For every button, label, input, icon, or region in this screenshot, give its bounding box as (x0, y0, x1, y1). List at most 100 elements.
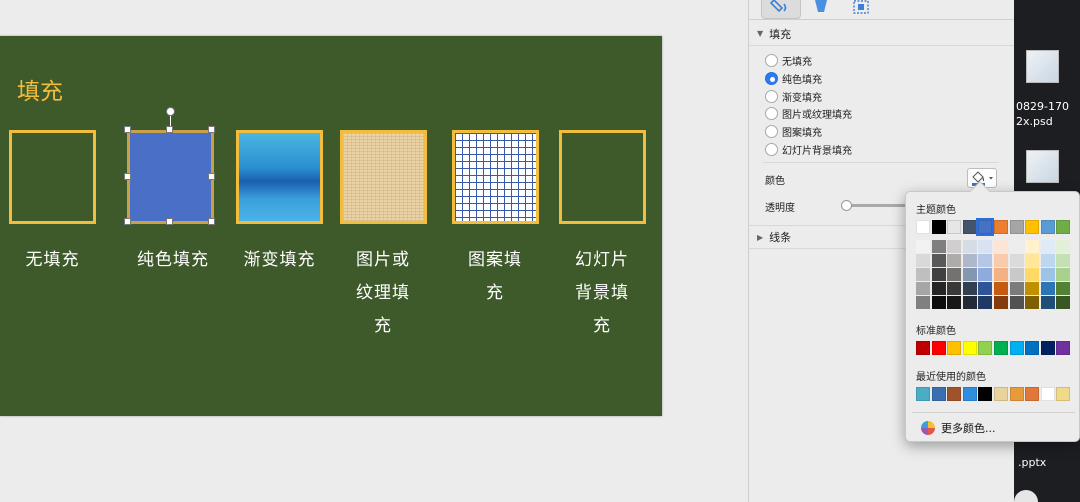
theme-shade-swatch[interactable] (916, 282, 930, 295)
theme-shade-swatch[interactable] (1009, 240, 1024, 253)
recent-color-swatch[interactable] (978, 387, 993, 401)
gradient-fill-label[interactable]: 渐变填充 (236, 244, 323, 277)
theme-shade-swatch[interactable] (916, 240, 930, 253)
solid-fill-box[interactable] (127, 130, 214, 224)
recent-color-swatch[interactable] (994, 387, 1008, 401)
resize-handle-bc[interactable] (166, 218, 173, 225)
no-fill-label[interactable]: 无填充 (9, 244, 96, 277)
theme-shade-swatch[interactable] (931, 296, 946, 309)
theme-shade-swatch[interactable] (1056, 240, 1071, 253)
theme-shade-swatch[interactable] (1025, 254, 1040, 267)
standard-color-swatch[interactable] (1025, 341, 1040, 355)
standard-color-swatch[interactable] (1009, 341, 1024, 355)
desktop-icon-partial[interactable] (1014, 490, 1038, 502)
theme-color-swatch[interactable] (1056, 220, 1071, 234)
radio-slide-background-fill[interactable]: 幻灯片背景填充 (765, 141, 852, 158)
theme-shade-swatch[interactable] (1025, 296, 1040, 309)
theme-color-swatch[interactable] (931, 220, 946, 234)
theme-shade-swatch[interactable] (994, 240, 1008, 253)
theme-color-swatch[interactable] (1025, 220, 1040, 234)
radio-no-fill[interactable]: 无填充 (765, 52, 812, 69)
standard-color-swatch[interactable] (947, 341, 962, 355)
theme-shade-swatch[interactable] (1056, 254, 1071, 267)
theme-shade-swatch[interactable] (1009, 254, 1024, 267)
theme-color-swatch[interactable] (1040, 220, 1055, 234)
more-colors-button[interactable]: 更多颜色... (920, 420, 996, 436)
no-fill-box[interactable] (9, 130, 96, 224)
theme-shade-swatch[interactable] (978, 296, 993, 309)
theme-shade-swatch[interactable] (1009, 268, 1024, 281)
theme-shade-swatch[interactable] (1040, 268, 1055, 281)
theme-shade-swatch[interactable] (962, 240, 977, 253)
rotate-handle[interactable] (166, 107, 175, 116)
standard-color-swatch[interactable] (916, 341, 930, 355)
radio-button[interactable] (765, 125, 778, 138)
solid-fill-label[interactable]: 纯色填充 (132, 244, 214, 277)
theme-shade-swatch[interactable] (978, 240, 993, 253)
theme-shade-swatch[interactable] (1040, 240, 1055, 253)
theme-shade-swatch[interactable] (1040, 296, 1055, 309)
file-thumbnail[interactable] (1026, 150, 1059, 183)
tab-effects[interactable] (801, 0, 841, 19)
transparency-slider-track[interactable] (847, 204, 907, 207)
theme-color-swatch[interactable] (994, 220, 1008, 234)
recent-color-swatch[interactable] (947, 387, 962, 401)
resize-handle-br[interactable] (208, 218, 215, 225)
theme-shade-swatch[interactable] (916, 296, 930, 309)
recent-color-swatch[interactable] (931, 387, 946, 401)
theme-shade-swatch[interactable] (916, 254, 930, 267)
theme-shade-swatch[interactable] (931, 240, 946, 253)
radio-gradient-fill[interactable]: 渐变填充 (765, 88, 822, 105)
theme-shade-swatch[interactable] (947, 240, 962, 253)
theme-shade-swatch[interactable] (962, 296, 977, 309)
theme-color-swatch[interactable] (962, 220, 977, 234)
theme-shade-swatch[interactable] (931, 282, 946, 295)
recent-color-swatch[interactable] (1056, 387, 1071, 401)
recent-color-swatch[interactable] (1025, 387, 1040, 401)
standard-color-swatch[interactable] (962, 341, 977, 355)
theme-shade-swatch[interactable] (1009, 296, 1024, 309)
theme-shade-swatch[interactable] (994, 282, 1008, 295)
radio-button[interactable] (765, 143, 778, 156)
theme-shade-swatch[interactable] (1040, 282, 1055, 295)
theme-shade-swatch[interactable] (931, 254, 946, 267)
theme-shade-swatch[interactable] (1040, 254, 1055, 267)
theme-color-swatch[interactable] (916, 220, 930, 234)
radio-solid-fill[interactable]: 纯色填充 (765, 70, 822, 87)
texture-fill-box[interactable] (340, 130, 427, 224)
theme-shade-swatch[interactable] (931, 268, 946, 281)
radio-button-selected[interactable] (765, 72, 778, 85)
radio-button[interactable] (765, 90, 778, 103)
file-name[interactable]: .pptx (1018, 456, 1046, 469)
tab-fill-line[interactable] (761, 0, 801, 19)
theme-shade-swatch[interactable] (962, 254, 977, 267)
standard-color-swatch[interactable] (994, 341, 1008, 355)
theme-shade-swatch[interactable] (1056, 296, 1071, 309)
texture-fill-label[interactable]: 图片或纹理填充 (349, 244, 417, 343)
theme-shade-swatch[interactable] (994, 268, 1008, 281)
tab-size-properties[interactable] (841, 0, 881, 19)
file-name[interactable]: 0829-170 (1016, 100, 1069, 113)
recent-color-swatch[interactable] (962, 387, 977, 401)
theme-shade-swatch[interactable] (962, 268, 977, 281)
pattern-fill-box[interactable] (452, 130, 539, 224)
transparency-slider-knob[interactable] (841, 200, 852, 211)
theme-shade-swatch[interactable] (1056, 268, 1071, 281)
theme-shade-swatch[interactable] (994, 296, 1008, 309)
pattern-fill-label[interactable]: 图案填充 (461, 244, 529, 310)
resize-handle-bl[interactable] (124, 218, 131, 225)
theme-shade-swatch[interactable] (947, 282, 962, 295)
slide-title[interactable]: 填充 (17, 72, 63, 106)
radio-button[interactable] (765, 107, 778, 120)
slide-background-fill-box[interactable] (559, 130, 646, 224)
theme-shade-swatch[interactable] (994, 254, 1008, 267)
file-name[interactable]: 2x.psd (1016, 115, 1053, 128)
file-thumbnail[interactable] (1026, 50, 1059, 83)
slide[interactable]: 填充 无填充 纯色填充 渐变填充 图片或纹理填充 图案填充 幻灯片背景填充 (0, 36, 662, 416)
standard-color-swatch[interactable] (1040, 341, 1055, 355)
standard-color-swatch[interactable] (931, 341, 946, 355)
recent-color-swatch[interactable] (1009, 387, 1024, 401)
theme-shade-swatch[interactable] (947, 268, 962, 281)
standard-color-swatch[interactable] (1056, 341, 1071, 355)
resize-handle-ml[interactable] (124, 173, 131, 180)
